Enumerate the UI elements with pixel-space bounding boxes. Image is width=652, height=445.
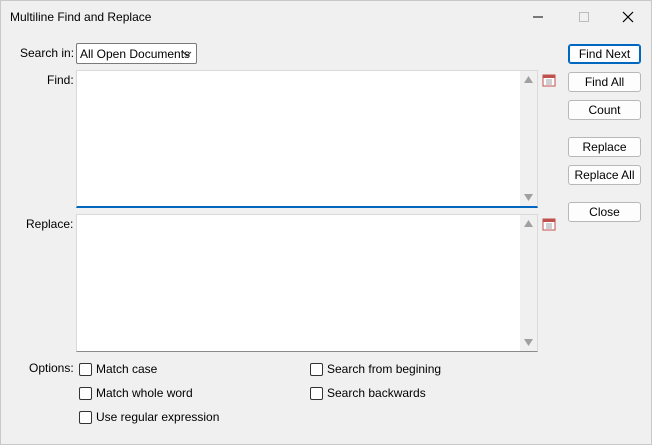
match-whole-word-label: Match whole word: [96, 386, 193, 400]
minimize-button[interactable]: [515, 1, 561, 32]
scroll-down-icon[interactable]: [524, 339, 533, 346]
find-next-button[interactable]: Find Next: [568, 44, 641, 64]
window-title: Multiline Find and Replace: [10, 10, 152, 24]
search-backwards-label: Search backwards: [327, 386, 426, 400]
options-label: Options:: [29, 361, 74, 375]
minimize-icon: [533, 16, 543, 17]
scroll-up-icon[interactable]: [524, 76, 533, 83]
find-history-icon[interactable]: [542, 73, 556, 87]
replace-scrollbar[interactable]: [520, 215, 537, 351]
checkbox-box[interactable]: [79, 362, 92, 376]
search-backwards-checkbox[interactable]: Search backwards: [310, 386, 426, 400]
search-in-value: All Open Documents: [80, 47, 191, 61]
replace-textarea[interactable]: [76, 214, 538, 352]
replace-all-button[interactable]: Replace All: [568, 165, 641, 185]
match-case-checkbox[interactable]: Match case: [79, 362, 157, 376]
checkbox-box[interactable]: [310, 386, 323, 400]
scroll-down-icon[interactable]: [524, 194, 533, 201]
find-all-button[interactable]: Find All: [568, 72, 641, 92]
find-label: Find:: [47, 73, 74, 87]
checkbox-box[interactable]: [79, 410, 92, 424]
title-bar: Multiline Find and Replace: [1, 1, 651, 33]
find-scrollbar[interactable]: [520, 71, 537, 206]
count-button[interactable]: Count: [568, 100, 641, 120]
checkbox-box[interactable]: [79, 386, 92, 400]
maximize-icon: [579, 11, 589, 22]
search-in-label: Search in:: [20, 46, 75, 60]
replace-label: Replace:: [26, 217, 74, 231]
replace-button[interactable]: Replace: [568, 137, 641, 157]
search-in-dropdown[interactable]: All Open Documents: [76, 43, 197, 64]
match-case-label: Match case: [96, 362, 158, 376]
scroll-up-icon[interactable]: [524, 220, 533, 227]
match-whole-word-checkbox[interactable]: Match whole word: [79, 386, 193, 400]
maximize-button: [561, 1, 607, 32]
search-from-beginning-checkbox[interactable]: Search from begining: [310, 362, 441, 376]
chevron-down-icon: [182, 51, 192, 57]
use-regex-label: Use regular expression: [96, 410, 220, 424]
use-regex-checkbox[interactable]: Use regular expression: [79, 410, 219, 424]
close-window-button[interactable]: [605, 1, 651, 32]
search-from-beginning-label: Search from begining: [327, 362, 442, 376]
find-textarea[interactable]: [76, 70, 538, 208]
replace-history-icon[interactable]: [542, 217, 556, 231]
close-button[interactable]: Close: [568, 202, 641, 222]
checkbox-box[interactable]: [310, 362, 323, 376]
dialog-window: Multiline Find and Replace Search in: Al…: [0, 0, 652, 445]
close-icon: [622, 11, 634, 22]
